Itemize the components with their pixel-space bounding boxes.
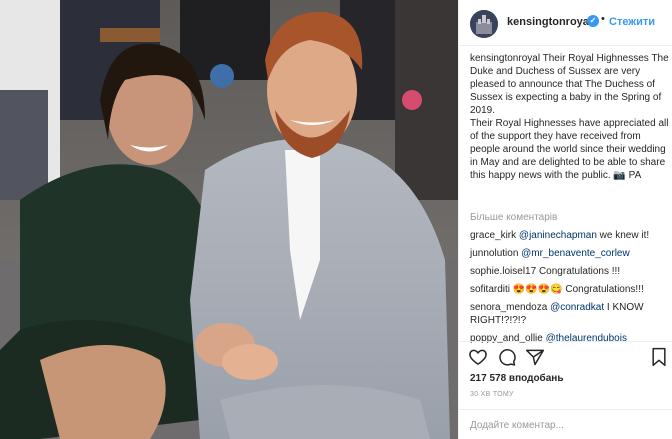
load-more-comments-button[interactable]: Більше коментарів xyxy=(470,212,557,223)
list-item: senora_mendoza @conradkat I KNOW RIGHT!?… xyxy=(470,301,670,327)
likes-count[interactable]: 217 578 вподобань xyxy=(470,373,563,384)
comment-mention[interactable]: @janinechapman xyxy=(519,230,597,241)
list-item: junnolution @mr_benavente_corlew xyxy=(470,247,670,260)
share-icon[interactable] xyxy=(525,347,545,367)
list-item: grace_kirk @janinechapman we knew it! xyxy=(470,229,670,242)
comment-text: Congratulations !!! xyxy=(538,266,621,277)
separator-dot: • xyxy=(601,13,605,25)
post-timestamp: 30 ХВ ТОМУ xyxy=(470,391,514,398)
post-caption: kensingtonroyal Their Royal Highnesses T… xyxy=(470,52,670,182)
comment-username[interactable]: sophie.loisel17 xyxy=(470,266,536,277)
bookmark-icon[interactable] xyxy=(649,347,669,367)
avatar-image xyxy=(470,10,498,38)
follow-button[interactable]: Стежити xyxy=(609,16,655,28)
username-link[interactable]: kensingtonroyal xyxy=(507,16,592,28)
heart-icon[interactable] xyxy=(468,347,488,367)
comment-text: we knew it! xyxy=(596,230,650,241)
comment-username[interactable]: sofitarditi xyxy=(470,284,510,295)
comment-mention[interactable]: @mr_benavente_corlew xyxy=(521,248,630,259)
post-photo[interactable] xyxy=(0,0,458,439)
comment-username[interactable]: senora_mendoza xyxy=(470,302,547,313)
list-item: sofitarditi 😍😍😍😋 Congratulations!!! xyxy=(470,283,670,296)
comment-mention[interactable]: @conradkat xyxy=(550,302,604,313)
list-item: sophie.loisel17 Congratulations !!! xyxy=(470,265,670,278)
post-header: kensingtonroyal ✓ • Стежити xyxy=(459,0,672,46)
comment-text: 😍😍😍😋 Congratulations!!! xyxy=(512,284,644,295)
comment-username[interactable]: grace_kirk xyxy=(470,230,516,241)
comment-input[interactable] xyxy=(470,417,660,433)
caption-paragraph: kensingtonroyal Their Royal Highnesses T… xyxy=(470,53,669,116)
post-actions-bar xyxy=(459,341,672,369)
comment-username[interactable]: junnolution xyxy=(470,248,518,259)
post-photo-illustration xyxy=(0,0,458,439)
comment-bubble-icon[interactable] xyxy=(497,347,517,367)
caption-paragraph: Their Royal Highnesses have appreciated … xyxy=(470,118,669,181)
add-comment-bar xyxy=(459,409,672,439)
comments-list: grace_kirk @janinechapman we knew it! ju… xyxy=(470,229,670,348)
avatar[interactable] xyxy=(470,10,498,38)
verified-badge-icon: ✓ xyxy=(587,15,599,27)
post-side-panel: kensingtonroyal ✓ • Стежити kensingtonro… xyxy=(458,0,672,439)
